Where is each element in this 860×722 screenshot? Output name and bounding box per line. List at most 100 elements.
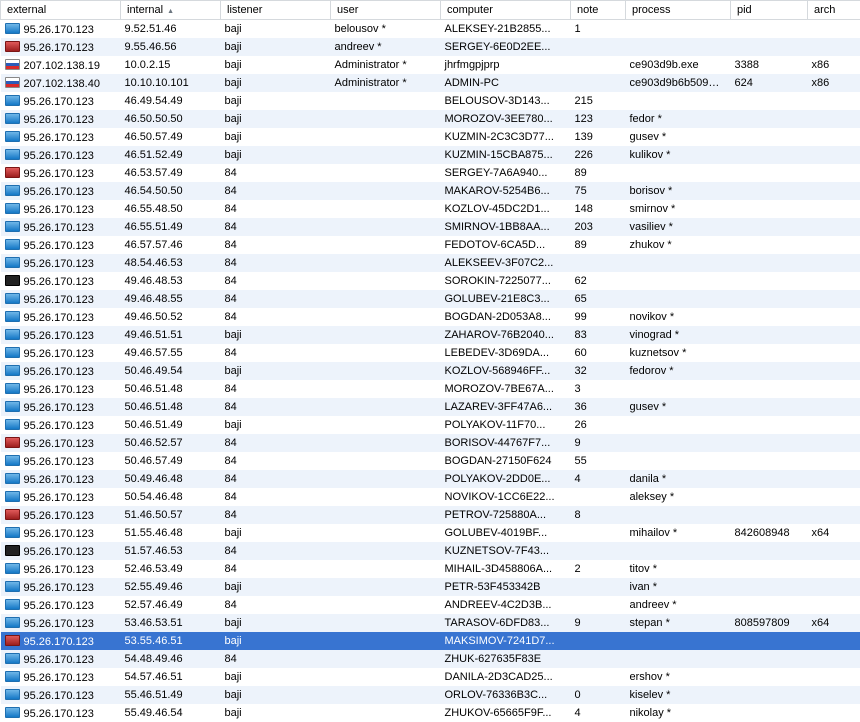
table-row[interactable]: 95.26.170.12351.57.46.5384KUZNETSOV-7F43… bbox=[1, 542, 860, 560]
table-row[interactable]: 95.26.170.12350.46.51.4884LAZAREV-3FF47A… bbox=[1, 398, 860, 416]
column-header-computer[interactable]: computer bbox=[441, 1, 571, 20]
table-row[interactable]: 95.26.170.12355.46.51.49bajiORLOV-76336B… bbox=[1, 686, 860, 704]
table-row[interactable]: 95.26.170.12355.49.46.54bajiZHUKOV-65665… bbox=[1, 704, 860, 722]
os-icon bbox=[5, 23, 20, 34]
cell-listener: 84 bbox=[221, 434, 331, 452]
cell-arch bbox=[808, 182, 860, 200]
cell-arch bbox=[808, 218, 860, 236]
cell-arch bbox=[808, 596, 860, 614]
cell-external: 95.26.170.123 bbox=[1, 596, 121, 614]
table-row[interactable]: 95.26.170.12346.50.50.50bajiMOROZOV-3EE7… bbox=[1, 110, 860, 128]
cell-listener: 84 bbox=[221, 164, 331, 182]
sessions-table[interactable]: externalinternal▲listenerusercomputernot… bbox=[0, 0, 860, 722]
table-row[interactable]: 95.26.170.12350.46.52.5784BORISOV-44767F… bbox=[1, 434, 860, 452]
table-row[interactable]: 207.102.138.1910.0.2.15bajiAdministrator… bbox=[1, 56, 860, 74]
table-row[interactable]: 95.26.170.12353.55.46.51bajiMAKSIMOV-724… bbox=[1, 632, 860, 650]
cell-listener: 84 bbox=[221, 200, 331, 218]
table-row[interactable]: 95.26.170.12350.46.57.4984BOGDAN-27150F6… bbox=[1, 452, 860, 470]
os-icon bbox=[5, 635, 20, 646]
column-header-note[interactable]: note bbox=[571, 1, 626, 20]
cell-external: 95.26.170.123 bbox=[1, 254, 121, 272]
os-icon bbox=[5, 239, 20, 250]
cell-listener: baji bbox=[221, 686, 331, 704]
cell-external: 95.26.170.123 bbox=[1, 380, 121, 398]
table-row[interactable]: 95.26.170.12349.46.50.5284BOGDAN-2D053A8… bbox=[1, 308, 860, 326]
table-row[interactable]: 95.26.170.1239.52.51.46bajibelousov *ALE… bbox=[1, 20, 860, 39]
cell-pid bbox=[731, 488, 808, 506]
os-icon bbox=[5, 167, 20, 178]
cell-arch bbox=[808, 164, 860, 182]
cell-external: 95.26.170.123 bbox=[1, 452, 121, 470]
cell-process: nikolay * bbox=[626, 704, 731, 722]
cell-note: 1 bbox=[571, 20, 626, 39]
cell-note: 55 bbox=[571, 452, 626, 470]
table-row[interactable]: 95.26.170.12350.54.46.4884NOVIKOV-1CC6E2… bbox=[1, 488, 860, 506]
cell-internal: 46.57.57.46 bbox=[121, 236, 221, 254]
cell-computer: ALEKSEY-21B2855... bbox=[441, 20, 571, 39]
table-row[interactable]: 95.26.170.12350.49.46.4884POLYAKOV-2DD0E… bbox=[1, 470, 860, 488]
table-row[interactable]: 95.26.170.12346.49.54.49bajiBELOUSOV-3D1… bbox=[1, 92, 860, 110]
cell-user bbox=[331, 164, 441, 182]
table-row[interactable]: 95.26.170.12349.46.51.51bajiZAHAROV-76B2… bbox=[1, 326, 860, 344]
table-row[interactable]: 95.26.170.1239.55.46.56bajiandreev *SERG… bbox=[1, 38, 860, 56]
table-row[interactable]: 95.26.170.12346.51.52.49bajiKUZMIN-15CBA… bbox=[1, 146, 860, 164]
cell-computer: PETROV-725880A... bbox=[441, 506, 571, 524]
table-row[interactable]: 95.26.170.12346.55.48.5084KOZLOV-45DC2D1… bbox=[1, 200, 860, 218]
table-row[interactable]: 95.26.170.12346.57.57.4684FEDOTOV-6CA5D.… bbox=[1, 236, 860, 254]
cell-listener: 84 bbox=[221, 560, 331, 578]
table-row[interactable]: 95.26.170.12346.55.51.4984SMIRNOV-1BB8AA… bbox=[1, 218, 860, 236]
cell-listener: 84 bbox=[221, 596, 331, 614]
cell-arch bbox=[808, 650, 860, 668]
cell-arch bbox=[808, 272, 860, 290]
table-row[interactable]: 95.26.170.12350.46.51.49bajiPOLYAKOV-11F… bbox=[1, 416, 860, 434]
table-row[interactable]: 95.26.170.12353.46.53.51bajiTARASOV-6DFD… bbox=[1, 614, 860, 632]
table-row[interactable]: 95.26.170.12349.46.48.5384SOROKIN-722507… bbox=[1, 272, 860, 290]
table-row[interactable]: 95.26.170.12351.46.50.5784PETROV-725880A… bbox=[1, 506, 860, 524]
column-header-arch[interactable]: arch bbox=[808, 1, 860, 20]
cell-external: 207.102.138.19 bbox=[1, 56, 121, 74]
cell-user bbox=[331, 290, 441, 308]
cell-listener: baji bbox=[221, 38, 331, 56]
cell-user bbox=[331, 200, 441, 218]
cell-internal: 49.46.50.52 bbox=[121, 308, 221, 326]
cell-user bbox=[331, 452, 441, 470]
table-row[interactable]: 95.26.170.12348.54.46.5384ALEKSEEV-3F07C… bbox=[1, 254, 860, 272]
cell-note: 215 bbox=[571, 92, 626, 110]
table-row[interactable]: 95.26.170.12354.57.46.51bajiDANILA-2D3CA… bbox=[1, 668, 860, 686]
cell-external: 95.26.170.123 bbox=[1, 434, 121, 452]
cell-external: 95.26.170.123 bbox=[1, 128, 121, 146]
table-row[interactable]: 95.26.170.12346.54.50.5084MAKAROV-5254B6… bbox=[1, 182, 860, 200]
table-row[interactable]: 95.26.170.12350.46.51.4884MOROZOV-7BE67A… bbox=[1, 380, 860, 398]
column-header-process[interactable]: process bbox=[626, 1, 731, 20]
table-row[interactable]: 95.26.170.12349.46.57.5584LEBEDEV-3D69DA… bbox=[1, 344, 860, 362]
column-header-pid[interactable]: pid bbox=[731, 1, 808, 20]
cell-note bbox=[571, 524, 626, 542]
cell-listener: baji bbox=[221, 110, 331, 128]
table-row[interactable]: 95.26.170.12349.46.48.5584GOLUBEV-21E8C3… bbox=[1, 290, 860, 308]
cell-computer: KUZMIN-2C3C3D77... bbox=[441, 128, 571, 146]
cell-internal: 54.57.46.51 bbox=[121, 668, 221, 686]
table-row[interactable]: 95.26.170.12352.57.46.4984ANDREEV-4C2D3B… bbox=[1, 596, 860, 614]
table-row[interactable]: 95.26.170.12346.50.57.49bajiKUZMIN-2C3C3… bbox=[1, 128, 860, 146]
cell-listener: 84 bbox=[221, 218, 331, 236]
os-icon bbox=[5, 293, 20, 304]
os-icon bbox=[5, 599, 20, 610]
column-header-listener[interactable]: listener bbox=[221, 1, 331, 20]
column-header-internal[interactable]: internal▲ bbox=[121, 1, 221, 20]
cell-user bbox=[331, 344, 441, 362]
column-header-user[interactable]: user bbox=[331, 1, 441, 20]
table-row[interactable]: 95.26.170.12346.53.57.4984SERGEY-7A6A940… bbox=[1, 164, 860, 182]
cell-user bbox=[331, 272, 441, 290]
column-header-external[interactable]: external bbox=[1, 1, 121, 20]
cell-note: 4 bbox=[571, 470, 626, 488]
table-row[interactable]: 95.26.170.12352.55.49.46bajiPETR-53F4533… bbox=[1, 578, 860, 596]
table-row[interactable]: 95.26.170.12351.55.46.48bajiGOLUBEV-4019… bbox=[1, 524, 860, 542]
cell-process: ce903d9b6b5094e... bbox=[626, 74, 731, 92]
table-row[interactable]: 95.26.170.12354.48.49.4684ZHUK-627635F83… bbox=[1, 650, 860, 668]
cell-user bbox=[331, 650, 441, 668]
table-row[interactable]: 95.26.170.12350.46.49.54bajiKOZLOV-56894… bbox=[1, 362, 860, 380]
table-row[interactable]: 207.102.138.4010.10.10.101bajiAdministra… bbox=[1, 74, 860, 92]
table-row[interactable]: 95.26.170.12352.46.53.4984MIHAIL-3D45880… bbox=[1, 560, 860, 578]
os-icon bbox=[5, 311, 20, 322]
cell-listener: 84 bbox=[221, 290, 331, 308]
